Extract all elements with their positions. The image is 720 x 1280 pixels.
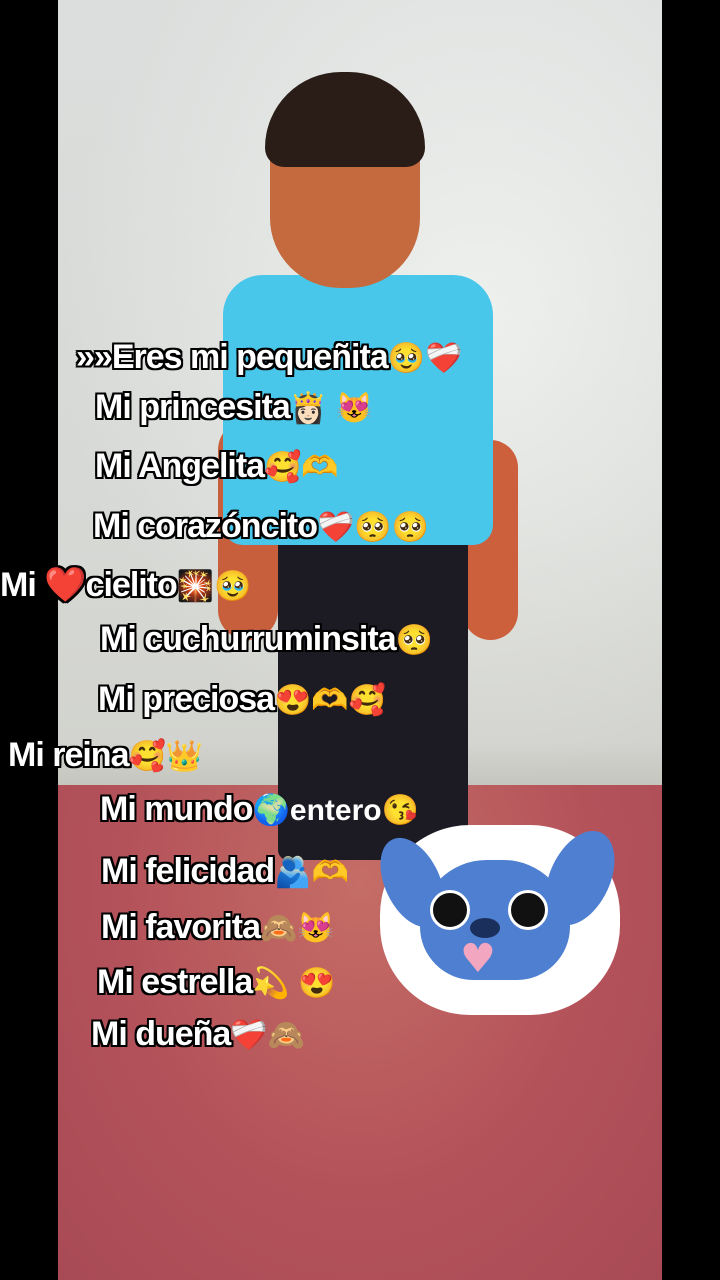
caption-text: Mi estrella [97,963,253,1001]
caption-text: Mi corazóncito [93,507,318,545]
caption-line: Mi reina🥰👑 [8,736,203,775]
caption-line: Mi Angelita🥰🫶 [95,447,339,486]
caption-text: Mi favorita [101,908,261,946]
caption-line: Mi favorita🙈😻 [101,908,335,947]
caption-line: Mi ❤️cielito🎇🥹 [0,565,252,605]
stitch-nose [470,918,500,938]
heart-icon: ♥ [460,936,496,982]
caption-line: Mi felicidad🫂🫶 [101,852,349,891]
caption-emoji: ❤️‍🩹🙈 [230,1019,306,1052]
caption-text: Mi reina [8,736,129,774]
caption-line: Mi dueña❤️‍🩹🙈 [91,1015,305,1054]
caption-text: Mi ❤️cielito [0,566,178,604]
caption-emoji: 🎇🥹 [176,570,252,603]
caption-emoji: 💫 😍 [252,967,336,1000]
caption-emoji: 🌍entero😘 [252,794,419,827]
caption-text: Mi mundo [100,790,254,828]
stitch-eye-right [508,890,548,930]
caption-emoji: ❤️‍🩹🥺🥺 [317,511,430,544]
caption-emoji: 👸🏻 😻 [289,392,373,425]
caption-emoji: 😍🫶🥰 [274,684,387,717]
caption-text: Mi dueña [91,1015,231,1053]
caption-line: Mi princesita👸🏻 😻 [95,388,373,427]
caption-line: Mi mundo🌍entero😘 [100,790,419,829]
caption-emoji: 🫂🫶 [274,856,349,889]
stitch-eye-left [430,890,470,930]
caption-emoji: 🥹❤️‍🩹 [387,342,463,375]
caption-emoji: 🙈😻 [260,912,335,945]
caption-emoji: 🥺 [395,624,433,657]
caption-emoji: 🥰🫶 [264,451,339,484]
caption-line: »»Eres mi pequeñita🥹❤️‍🩹 [76,338,462,377]
caption-text: Mi preciosa [98,680,275,718]
caption-line: Mi estrella💫 😍 [97,963,335,1002]
caption-line: Mi preciosa😍🫶🥰 [98,680,386,719]
caption-text: Mi cuchurruminsita [100,620,397,658]
caption-line: Mi corazóncito❤️‍🩹🥺🥺 [93,507,429,546]
caption-line: Mi cuchurruminsita🥺 [100,620,433,659]
caption-emoji: 🥰👑 [128,740,204,773]
caption-text: Mi Angelita [95,447,265,485]
caption-text: »»Eres mi pequeñita [76,338,389,376]
caption-text: Mi felicidad [101,852,275,890]
caption-text: Mi princesita [95,388,291,426]
